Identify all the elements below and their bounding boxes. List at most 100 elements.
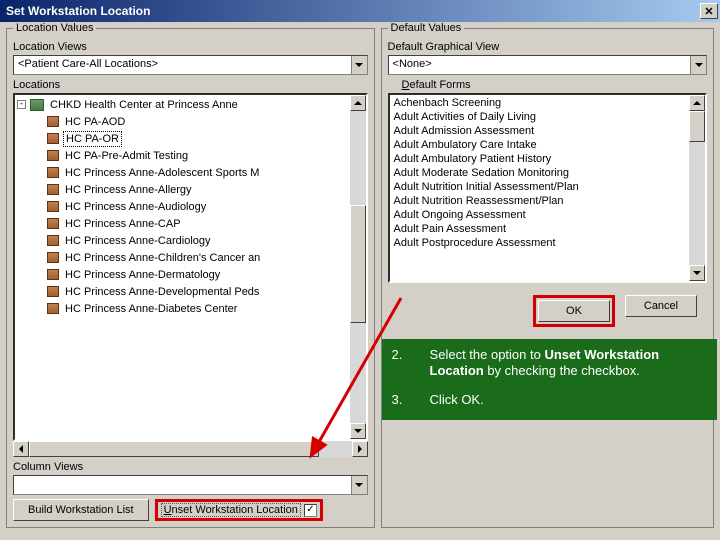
tree-item[interactable]: HC Princess Anne-Allergy [17, 181, 349, 198]
location-icon [47, 286, 59, 297]
tree-item[interactable]: HC PA-AOD [17, 113, 349, 130]
scroll-thumb[interactable] [689, 111, 705, 142]
tree-root-node[interactable]: - CHKD Health Center at Princess Anne [17, 96, 349, 113]
column-views-dropdown-button[interactable] [351, 476, 367, 494]
location-icon [47, 303, 59, 314]
scroll-down-button[interactable] [689, 265, 705, 281]
list-item[interactable]: Adult Nutrition Reassessment/Plan [391, 194, 688, 208]
window-title: Set Workstation Location [6, 4, 150, 18]
build-workstation-list-button[interactable]: Build Workstation List [13, 499, 149, 521]
instruction-callout: 2. Select the option to Unset Workstatio… [382, 339, 717, 420]
location-icon [47, 184, 59, 195]
tree-item-label: HC PA-Pre-Admit Testing [63, 149, 190, 163]
list-item[interactable]: Adult Activities of Daily Living [391, 110, 688, 124]
tree-item-label: HC Princess Anne-Dermatology [63, 268, 222, 282]
scroll-up-button[interactable] [350, 95, 366, 111]
tree-item[interactable]: HC Princess Anne-CAP [17, 215, 349, 232]
tree-item-label: HC Princess Anne-Developmental Peds [63, 285, 261, 299]
list-item[interactable]: Adult Ambulatory Patient History [391, 152, 688, 166]
default-graphical-view-label: Default Graphical View [388, 41, 707, 53]
list-item[interactable]: Adult Postprocedure Assessment [391, 236, 688, 250]
chevron-down-icon [355, 63, 363, 67]
location-icon [47, 218, 59, 229]
collapse-icon[interactable]: - [17, 100, 26, 109]
step3-number: 3. [392, 392, 430, 408]
list-item[interactable]: Adult Ambulatory Care Intake [391, 138, 688, 152]
location-icon [47, 201, 59, 212]
chevron-right-icon [358, 445, 362, 453]
tree-item-label: HC Princess Anne-Adolescent Sports M [63, 166, 261, 180]
scroll-thumb[interactable] [350, 205, 366, 324]
tree-root-label: CHKD Health Center at Princess Anne [48, 98, 240, 112]
cancel-button[interactable]: Cancel [625, 295, 697, 317]
column-views-value [14, 476, 351, 494]
step3-text: Click OK. [430, 392, 707, 408]
location-icon [47, 235, 59, 246]
tree-item-label: HC PA-OR [63, 131, 122, 147]
chevron-down-icon [695, 63, 703, 67]
location-icon [47, 167, 59, 178]
location-icon [47, 252, 59, 263]
location-views-dropdown-button[interactable] [351, 56, 367, 74]
tree-item[interactable]: HC Princess Anne-Cardiology [17, 232, 349, 249]
location-values-legend: Location Values [13, 22, 96, 34]
ok-button-highlight: OK [533, 295, 615, 327]
tree-item[interactable]: HC Princess Anne-Adolescent Sports M [17, 164, 349, 181]
list-item[interactable]: Adult Admission Assessment [391, 124, 688, 138]
unset-workstation-checkbox[interactable]: ✓ [304, 504, 317, 517]
titlebar: Set Workstation Location ✕ [0, 0, 720, 22]
location-icon [47, 116, 59, 127]
list-item[interactable]: Adult Nutrition Initial Assessment/Plan [391, 180, 688, 194]
scroll-thumb-h[interactable] [29, 441, 319, 457]
location-views-label: Location Views [13, 41, 368, 53]
unset-workstation-label: Unset Workstation Location [161, 503, 301, 517]
chevron-left-icon [19, 445, 23, 453]
locations-label: Locations [13, 79, 368, 91]
chevron-up-icon [693, 101, 701, 105]
location-icon [47, 133, 59, 144]
scroll-down-button[interactable] [350, 423, 366, 439]
locations-scrollbar-h[interactable] [13, 441, 368, 457]
tree-item[interactable]: HC Princess Anne-Diabetes Center [17, 300, 349, 317]
tree-item[interactable]: HC Princess Anne-Audiology [17, 198, 349, 215]
tree-item-label: HC Princess Anne-Allergy [63, 183, 194, 197]
forms-scrollbar[interactable] [689, 95, 705, 281]
column-views-combo[interactable] [13, 475, 368, 495]
ok-button[interactable]: OK [538, 300, 610, 322]
tree-item[interactable]: HC Princess Anne-Dermatology [17, 266, 349, 283]
default-graphical-view-value: <None> [389, 56, 690, 74]
tree-item-label: HC Princess Anne-Diabetes Center [63, 302, 239, 316]
step2-number: 2. [392, 347, 430, 380]
locations-tree[interactable]: - CHKD Health Center at Princess Anne HC P… [13, 93, 368, 441]
tree-item-label: HC Princess Anne-Cardiology [63, 234, 213, 248]
tree-item[interactable]: HC PA-OR [17, 130, 349, 147]
close-button[interactable]: ✕ [700, 3, 718, 19]
tree-item[interactable]: HC PA-Pre-Admit Testing [17, 147, 349, 164]
list-item[interactable]: Adult Moderate Sedation Monitoring [391, 166, 688, 180]
tree-item[interactable]: HC Princess Anne-Developmental Peds [17, 283, 349, 300]
scroll-left-button[interactable] [13, 441, 29, 457]
default-graphical-view-dropdown-button[interactable] [690, 56, 706, 74]
default-forms-list[interactable]: Achenbach ScreeningAdult Activities of D… [388, 93, 707, 283]
list-item[interactable]: Adult Pain Assessment [391, 222, 688, 236]
default-values-group: Default Values Default Graphical View <N… [381, 28, 714, 528]
tree-item-label: HC PA-AOD [63, 115, 127, 129]
building-icon [30, 99, 44, 111]
default-forms-label: Default Forms [402, 79, 707, 91]
default-graphical-view-combo[interactable]: <None> [388, 55, 707, 75]
location-views-combo[interactable]: <Patient Care-All Locations> [13, 55, 368, 75]
step2-pre: Select the option to [430, 347, 545, 362]
list-item[interactable]: Adult Ongoing Assessment [391, 208, 688, 222]
check-icon: ✓ [306, 505, 314, 515]
location-values-group: Location Values Location Views <Patient … [6, 28, 375, 528]
scroll-right-button[interactable] [352, 441, 368, 457]
tree-item-label: HC Princess Anne-CAP [63, 217, 183, 231]
locations-scrollbar[interactable] [350, 95, 366, 439]
tree-item-label: HC Princess Anne-Children's Cancer an [63, 251, 262, 265]
list-item[interactable]: Achenbach Screening [391, 96, 688, 110]
chevron-down-icon [354, 429, 362, 433]
tree-item[interactable]: HC Princess Anne-Children's Cancer an [17, 249, 349, 266]
step2-post: by checking the checkbox. [484, 363, 640, 378]
scroll-up-button[interactable] [689, 95, 705, 111]
unset-workstation-highlight: Unset Workstation Location ✓ [155, 499, 323, 521]
